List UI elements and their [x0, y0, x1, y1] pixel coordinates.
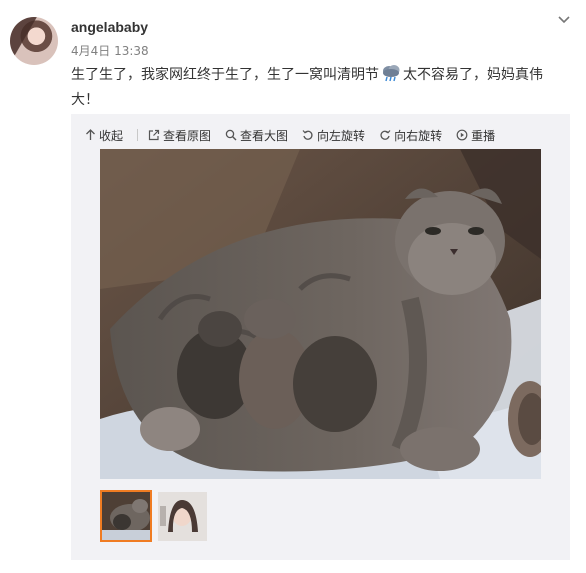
chevron-down-icon[interactable]: [556, 12, 572, 28]
media-toolbar: 收起 查看原图 查看大图 向左旋转 向右旋转 重播: [85, 125, 509, 145]
view-large-button[interactable]: 查看大图: [225, 127, 288, 144]
rotate-right-label: 向右旋转: [394, 128, 443, 143]
magnifier-icon: [225, 129, 237, 141]
media-expanded-panel: 收起 查看原图 查看大图 向左旋转 向右旋转 重播: [71, 114, 570, 560]
username[interactable]: angelababy: [71, 19, 148, 35]
user-avatar[interactable]: [10, 17, 58, 65]
view-original-button[interactable]: 查看原图: [148, 127, 211, 144]
rotate-left-icon: [302, 130, 313, 140]
thumbnail-selfie[interactable]: [158, 492, 207, 541]
replay-icon: [456, 129, 468, 141]
collapse-button[interactable]: 收起: [85, 127, 123, 144]
arrow-up-icon: [86, 129, 95, 140]
toolbar-divider: [137, 129, 139, 141]
main-photo[interactable]: [100, 149, 541, 479]
post-text-part1: 生了生了，我家网红终于生了，生了一窝叫清明节: [71, 67, 379, 83]
collapse-label: 收起: [99, 128, 124, 143]
rotate-left-label: 向左旋转: [317, 128, 366, 143]
thumbnail-cat[interactable]: [100, 490, 152, 542]
post-timestamp[interactable]: 4月4日 13:38: [71, 42, 149, 59]
replay-label: 重播: [471, 128, 496, 143]
view-original-label: 查看原图: [163, 128, 212, 143]
replay-button[interactable]: 重播: [456, 127, 495, 144]
rain-cloud-emoji-icon: [380, 63, 402, 83]
external-link-icon: [148, 129, 160, 141]
rotate-right-icon: [380, 130, 391, 140]
post-text: 生了生了，我家网红终于生了，生了一窝叫清明节 太不容易了，妈妈真伟大！: [71, 63, 561, 113]
rotate-right-button[interactable]: 向右旋转: [379, 127, 442, 144]
view-large-label: 查看大图: [240, 128, 289, 143]
rotate-left-button[interactable]: 向左旋转: [302, 127, 365, 144]
